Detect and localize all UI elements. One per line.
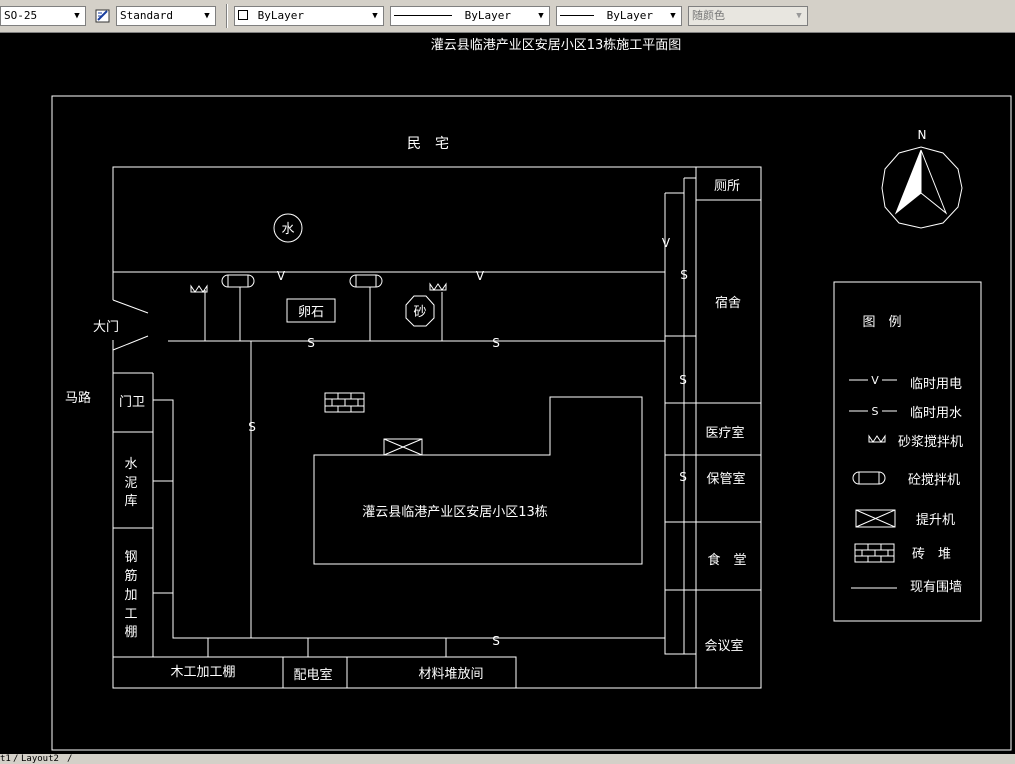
right-cross-lines [665, 192, 696, 591]
chevron-down-icon: ▼ [199, 7, 215, 25]
north-arrow-icon [881, 146, 963, 229]
chevron-down-icon: ▼ [665, 7, 681, 25]
layout-tabs: t1 / Layout2 / [0, 754, 1015, 764]
tab-separator: / [67, 754, 73, 764]
drawing-canvas[interactable]: 灌云县临港产业区安居小区13栋施工平面图 民 宅 N 水 卵石 砂 大门 马路 … [0, 32, 1015, 754]
hoist-symbol [383, 438, 423, 456]
line-sample-icon [560, 15, 594, 16]
text-style-icon[interactable] [94, 7, 112, 25]
lineweight-select-value: ByLayer [606, 9, 653, 22]
dimstyle-select[interactable]: SO-25 ▼ [0, 6, 86, 26]
legend-item-label: 砂浆搅拌机 [898, 434, 963, 450]
rebar-shed-label-1: 钢 [124, 550, 137, 565]
plot-style-select[interactable]: 随颜色 ▼ [688, 6, 808, 26]
guard-room-label: 门卫 [119, 395, 145, 410]
line-sample-icon [394, 15, 452, 16]
text-style-select[interactable]: Standard ▼ [116, 6, 216, 26]
water-line-mark: S [307, 336, 315, 350]
electric-line-mark: V [277, 269, 286, 283]
clinic-label: 医疗室 [705, 425, 744, 441]
canteen-label: 食 堂 [707, 552, 746, 568]
rebar-shed-label-5: 棚 [124, 625, 137, 640]
sand-symbol-label: 砂 [413, 305, 426, 320]
cement-store-label-1: 水 [124, 457, 137, 472]
cement-store-label-3: 库 [124, 493, 137, 509]
water-line-mark: S [680, 268, 688, 282]
tab-layout1[interactable]: t1 [0, 754, 11, 764]
chevron-down-icon: ▼ [69, 7, 85, 25]
drawing-title: 灌云县临港产业区安居小区13栋施工平面图 [431, 37, 682, 53]
pebble-label: 卵石 [298, 305, 324, 320]
drawing-frame [51, 95, 1012, 751]
chevron-down-icon: ▼ [791, 7, 807, 25]
rebar-shed-label-2: 筋 [124, 568, 137, 584]
color-select-value: ByLayer [257, 9, 304, 22]
lineweight-select[interactable]: ByLayer ▼ [556, 6, 682, 26]
water-line-mark: S [492, 336, 500, 350]
carpentry-shed-label: 木工加工棚 [170, 665, 235, 680]
top-neighbor-label: 民 宅 [407, 136, 449, 152]
electric-line-mark: V [662, 236, 671, 250]
legend-box [833, 281, 982, 622]
legend-water-mark: S [872, 405, 879, 418]
plot-style-select-value: 随颜色 [692, 9, 725, 22]
concrete-mixer-symbol [221, 274, 255, 288]
cement-store-label-2: 泥 [124, 476, 137, 491]
electric-line-mark: V [476, 269, 485, 283]
water-symbol-label: 水 [281, 222, 294, 237]
legend-item-label: 临时用水 [910, 406, 962, 421]
color-select[interactable]: ByLayer ▼ [234, 6, 384, 26]
legend-concrete-mixer [852, 471, 886, 485]
tab-layout2[interactable]: Layout2 [21, 754, 59, 764]
text-style-select-value: Standard [120, 9, 173, 22]
meeting-room-label: 会议室 [704, 638, 743, 654]
color-swatch-icon [238, 10, 248, 20]
legend-item-label: 临时用电 [910, 377, 962, 392]
legend-hoist [855, 509, 896, 528]
toilet-label: 厕所 [714, 179, 740, 194]
right-rooms [696, 199, 761, 591]
brick-pile-symbol [324, 392, 365, 413]
material-room-label: 材料堆放间 [418, 667, 483, 682]
north-label: N [918, 128, 927, 142]
legend-item-label: 现有围墙 [910, 580, 962, 595]
legend-item-label: 砖 堆 [912, 547, 951, 562]
road-label: 马路 [65, 390, 91, 406]
dimstyle-select-value: SO-25 [4, 9, 38, 22]
water-line-mark: S [248, 420, 256, 434]
legend-item-label: 砼搅拌机 [908, 472, 960, 488]
dorm-label: 宿舍 [715, 295, 741, 311]
tab-separator: / [13, 754, 19, 764]
legend-electric-mark: V [871, 374, 879, 387]
power-room-label: 配电室 [293, 667, 332, 683]
main-building [313, 396, 643, 565]
building-label: 灌云县临港产业区安居小区13栋 [362, 504, 548, 520]
chevron-down-icon: ▼ [367, 7, 383, 25]
legend-brick-pile [854, 543, 895, 563]
legend-item-label: 提升机 [916, 512, 955, 528]
chevron-down-icon: ▼ [533, 7, 549, 25]
mortar-mixer-symbol [429, 282, 447, 291]
linetype-select-value: ByLayer [464, 9, 511, 22]
rebar-shed-label-3: 加 [124, 588, 137, 603]
gate-label: 大门 [93, 320, 119, 335]
linetype-select[interactable]: ByLayer ▼ [390, 6, 550, 26]
rebar-shed-label-4: 工 [124, 607, 137, 622]
storage-label: 保管室 [706, 471, 745, 487]
water-line-mark: S [492, 634, 500, 648]
properties-toolbar: SO-25 ▼ Standard ▼ ByLayer ▼ ByLayer ▼ B… [0, 0, 1015, 33]
water-line-mark: S [679, 373, 687, 387]
toolbar-separator [226, 4, 228, 28]
concrete-mixer-symbol [349, 274, 383, 288]
legend-title: 图 例 [862, 315, 901, 330]
water-line-mark: S [679, 470, 687, 484]
legend-mortar-mixer [868, 434, 886, 443]
